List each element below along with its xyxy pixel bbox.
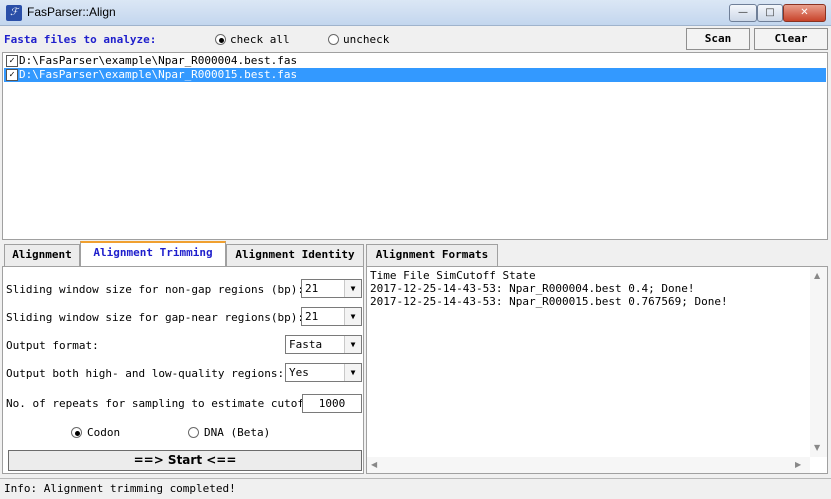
dna-beta-radio[interactable] — [188, 427, 199, 438]
close-button[interactable]: ✕ — [783, 4, 826, 22]
scroll-up-icon[interactable]: ▲ — [814, 271, 820, 280]
maximize-button[interactable]: □ — [757, 4, 783, 22]
codon-radio[interactable] — [71, 427, 82, 438]
nongap-window-value: 21 — [305, 282, 319, 295]
output-format-value: Fasta — [289, 338, 323, 351]
fasta-files-label: Fasta files to analyze: — [4, 33, 157, 46]
check-all-label[interactable]: check all — [230, 33, 290, 46]
output-format-label: Output format: — [6, 339, 99, 352]
scroll-right-icon[interactable]: ▶ — [795, 460, 801, 469]
nongap-window-select[interactable]: 21 ▼ — [301, 279, 362, 298]
horizontal-scrollbar[interactable]: ◀ ▶ — [367, 457, 810, 473]
check-all-radio[interactable] — [215, 34, 226, 45]
repeats-input[interactable]: 1000 — [302, 394, 362, 413]
log-output-panel[interactable]: Time File SimCutoff State 2017-12-25-14-… — [366, 266, 828, 474]
gapnear-window-select[interactable]: 21 ▼ — [301, 307, 362, 326]
file-path: D:\FasParser\example\Npar_R000004.best.f… — [19, 54, 298, 67]
clear-button[interactable]: Clear — [754, 28, 828, 50]
file-list-item[interactable]: ✓ D:\FasParser\example\Npar_R000004.best… — [4, 54, 826, 68]
log-line: 2017-12-25-14-43-53: Npar_R000015.best 0… — [370, 295, 728, 308]
codon-label[interactable]: Codon — [87, 426, 120, 439]
window-title: FasParser::Align — [27, 5, 116, 19]
output-both-value: Yes — [289, 366, 309, 379]
output-format-select[interactable]: Fasta ▼ — [285, 335, 362, 354]
gapnear-window-label: Sliding window size for gap-near regions… — [6, 311, 305, 324]
uncheck-label[interactable]: uncheck — [343, 33, 389, 46]
tab-alignment-trimming[interactable]: Alignment Trimming — [80, 241, 226, 266]
status-text: Info: Alignment trimming completed! — [4, 482, 236, 495]
dna-beta-label[interactable]: DNA (Beta) — [204, 426, 270, 439]
uncheck-radio[interactable] — [328, 34, 339, 45]
checkbox-checked-icon[interactable]: ✓ — [6, 69, 18, 81]
checkbox-checked-icon[interactable]: ✓ — [6, 55, 18, 67]
chevron-down-icon[interactable]: ▼ — [344, 308, 361, 325]
log-line: 2017-12-25-14-43-53: Npar_R000004.best 0… — [370, 282, 695, 295]
file-list-item-selected[interactable]: ✓ D:\FasParser\example\Npar_R000015.best… — [4, 68, 826, 82]
chevron-down-icon[interactable]: ▼ — [344, 336, 361, 353]
scroll-left-icon[interactable]: ◀ — [371, 460, 377, 469]
repeats-label: No. of repeats for sampling to estimate … — [6, 397, 318, 410]
nongap-window-label: Sliding window size for non-gap regions … — [6, 283, 305, 296]
chevron-down-icon[interactable]: ▼ — [344, 364, 361, 381]
log-line: Time File SimCutoff State — [370, 269, 536, 282]
file-path: D:\FasParser\example\Npar_R000015.best.f… — [19, 68, 298, 81]
start-button[interactable]: ==> Start <== — [8, 450, 362, 471]
scroll-down-icon[interactable]: ▼ — [814, 443, 820, 452]
app-icon: ℱ — [6, 5, 22, 21]
minimize-button[interactable]: — — [729, 4, 757, 22]
tab-alignment[interactable]: Alignment — [4, 244, 80, 266]
tab-alignment-identity[interactable]: Alignment Identity — [226, 244, 364, 266]
output-both-label: Output both high- and low-quality region… — [6, 367, 285, 380]
vertical-scrollbar[interactable]: ▲ ▼ — [810, 267, 827, 457]
scan-button[interactable]: Scan — [686, 28, 750, 50]
file-list[interactable]: ✓ D:\FasParser\example\Npar_R000004.best… — [2, 52, 828, 240]
output-both-select[interactable]: Yes ▼ — [285, 363, 362, 382]
title-bar[interactable] — [0, 0, 831, 26]
tab-alignment-formats[interactable]: Alignment Formats — [366, 244, 498, 266]
chevron-down-icon[interactable]: ▼ — [344, 280, 361, 297]
gapnear-window-value: 21 — [305, 310, 319, 323]
